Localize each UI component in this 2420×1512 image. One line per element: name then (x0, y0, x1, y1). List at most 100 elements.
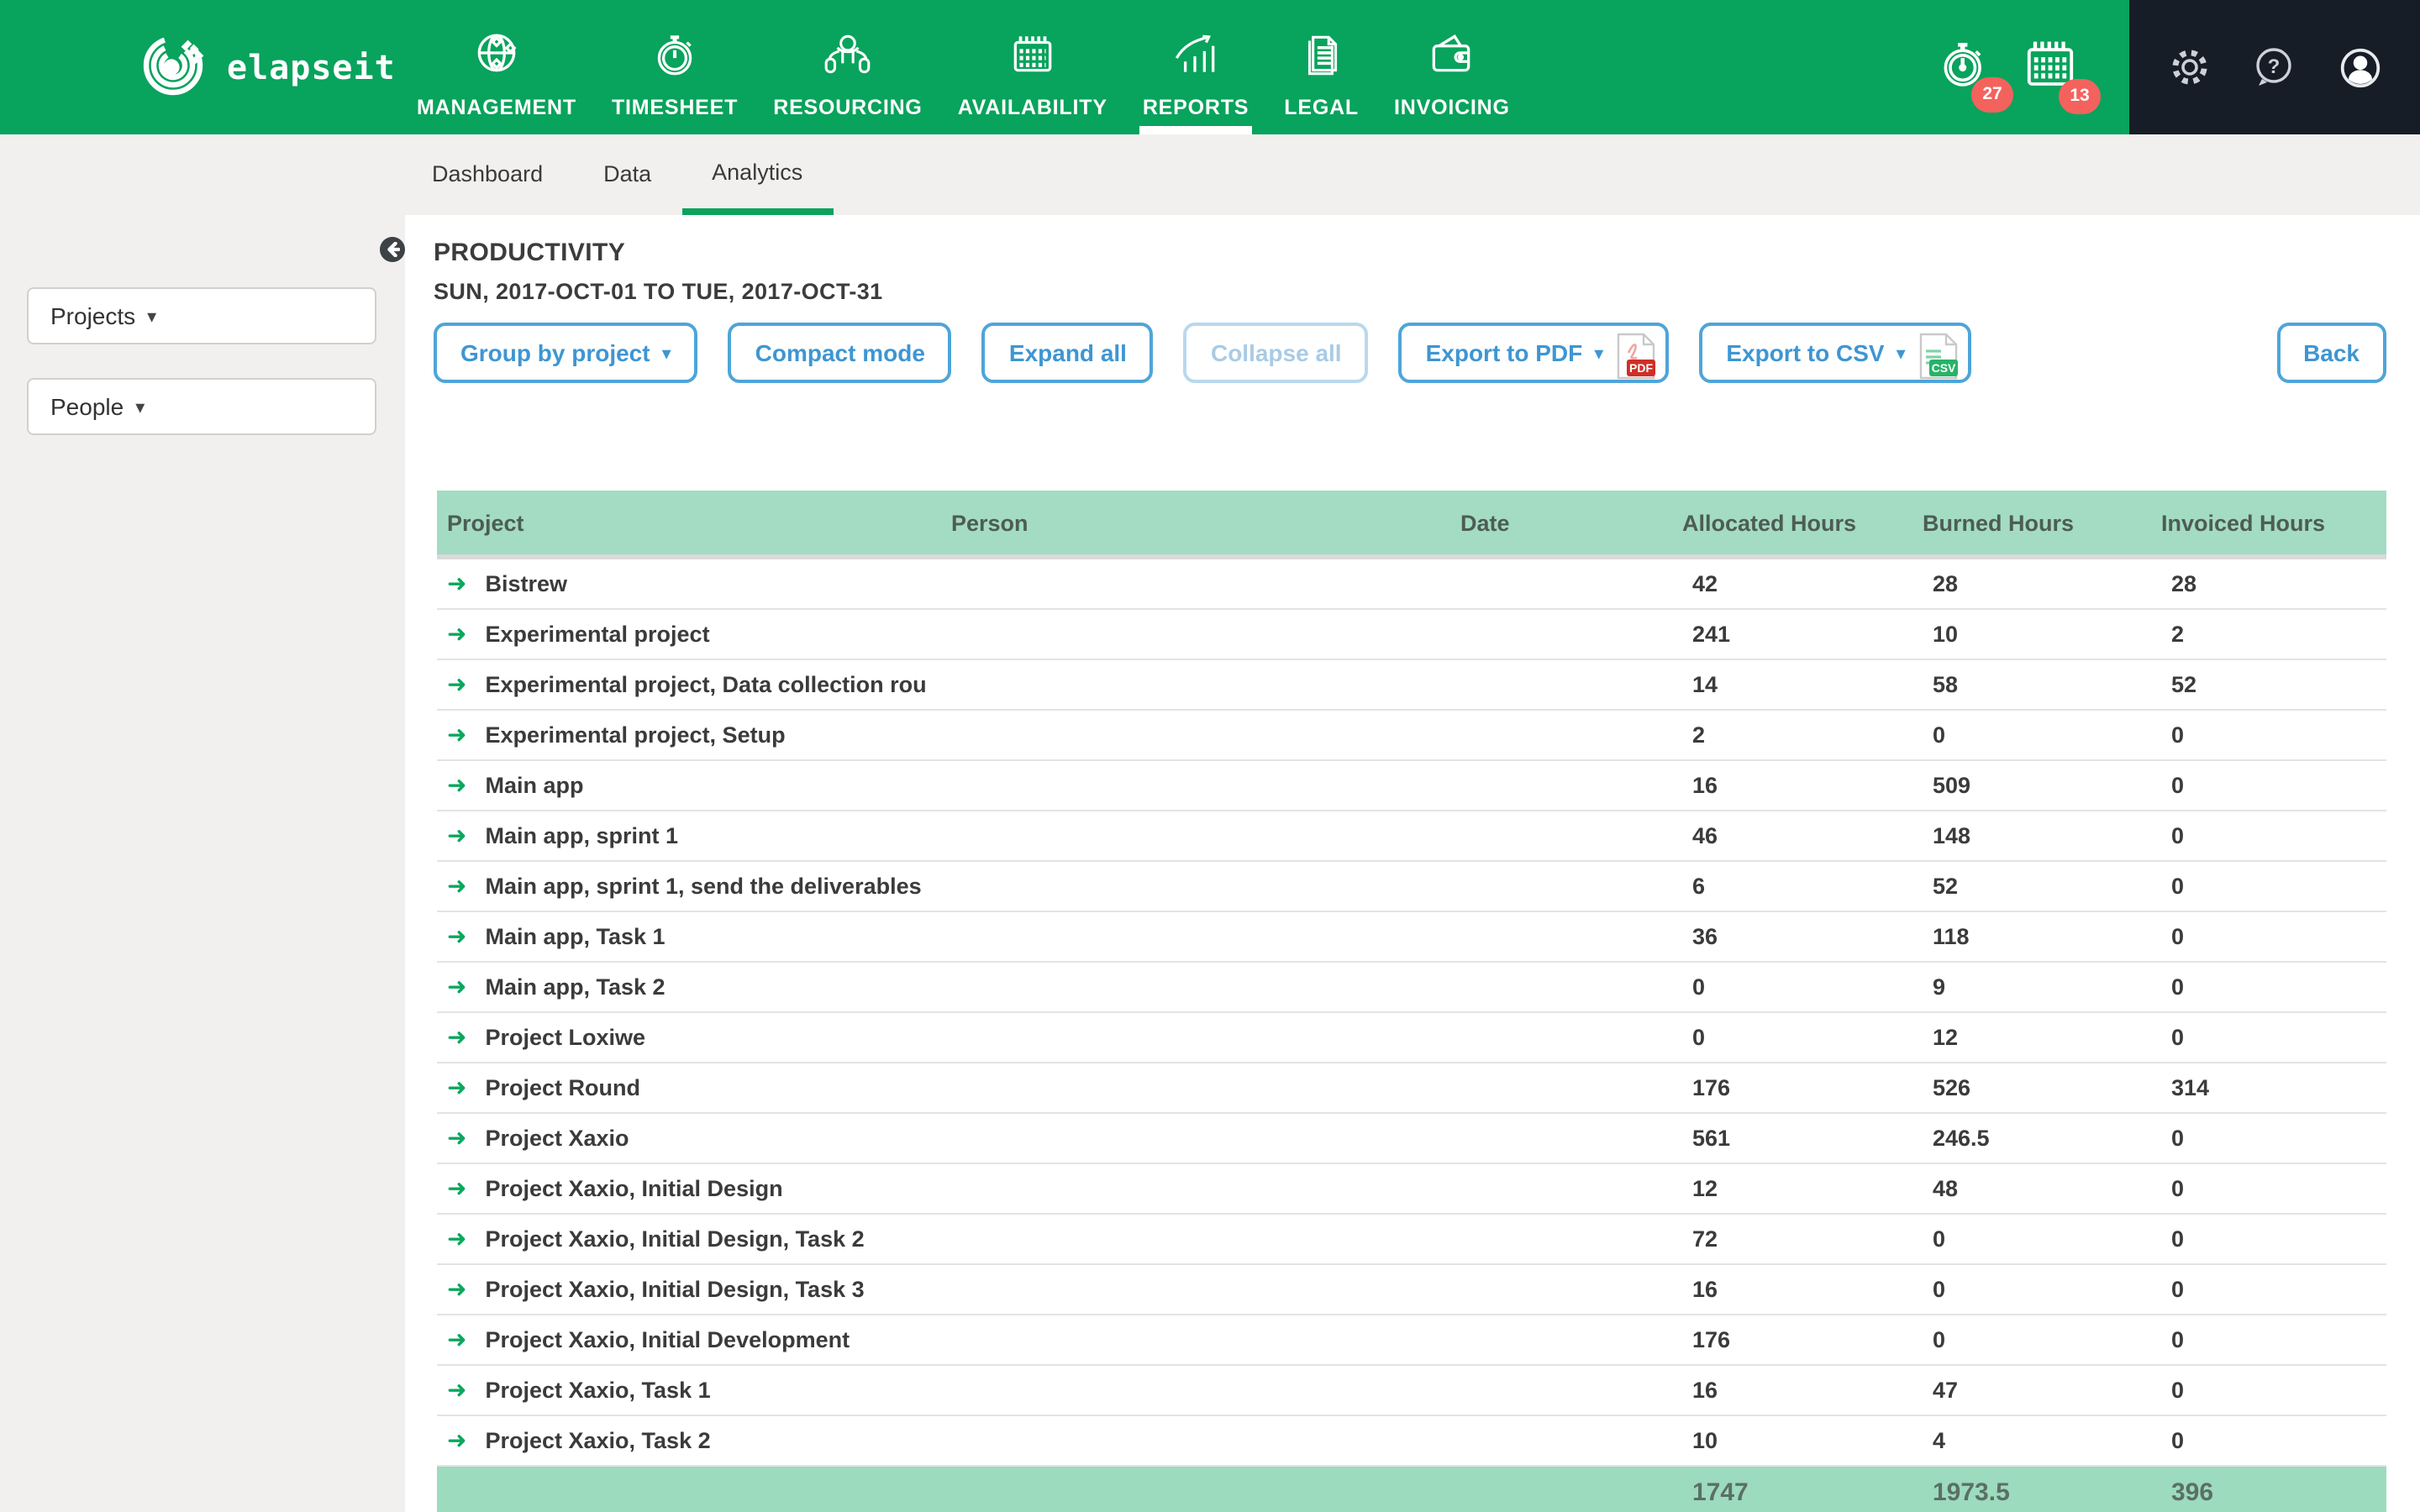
stopwatch-icon (649, 29, 701, 96)
project-cell: ➜ Main app (437, 760, 941, 811)
table-row[interactable]: ➜ Project Xaxio, Initial Development 176 … (437, 1315, 2386, 1366)
table-row[interactable]: ➜ Project Loxiwe 0 12 0 (437, 1012, 2386, 1063)
compact-mode-button[interactable]: Compact mode (728, 323, 952, 383)
app-screen: elapseit MANAGEMENT TIMESHEET RESOURCING… (0, 0, 2420, 1512)
table-row[interactable]: ➜ Experimental project 241 10 2 (437, 609, 2386, 660)
allocated-hours-value: 16 (1672, 1365, 1912, 1416)
table-row[interactable]: ➜ Main app, sprint 1, send the deliverabl… (437, 861, 2386, 912)
table-row[interactable]: ➜ Project Xaxio, Task 2 10 4 0 (437, 1415, 2386, 1467)
invoiced-hours-value: 0 (2151, 1264, 2386, 1315)
nav-item-availability[interactable]: AVAILABILITY (955, 0, 1111, 134)
total-invoiced: 396 (2151, 1466, 2386, 1512)
expand-row-arrow-icon[interactable]: ➜ (447, 1326, 466, 1352)
table-row[interactable]: ➜ Main app, Task 1 36 118 0 (437, 911, 2386, 963)
total-burned: 1973.5 (1912, 1466, 2151, 1512)
expand-row-arrow-icon[interactable]: ➜ (447, 1124, 466, 1151)
table-row[interactable]: ➜ Project Xaxio, Initial Design, Task 3 1… (437, 1264, 2386, 1315)
brand-logo[interactable]: elapseit (138, 0, 396, 134)
person-cell (941, 1063, 1450, 1114)
table-row[interactable]: ➜ Main app, Task 2 0 9 0 (437, 962, 2386, 1013)
calendar-notifications-button[interactable]: 13 (2020, 33, 2101, 113)
table-row[interactable]: ➜ Project Xaxio 561 246.5 0 (437, 1113, 2386, 1164)
group-by-project-button[interactable]: Group by project ▾ (434, 323, 698, 383)
expand-row-arrow-icon[interactable]: ➜ (447, 1074, 466, 1100)
help-icon[interactable]: ? (2249, 42, 2299, 92)
person-cell (941, 760, 1450, 811)
allocated-hours-value: 6 (1672, 861, 1912, 912)
tab-data[interactable]: Data (573, 134, 681, 215)
allocated-hours-value: 10 (1672, 1415, 1912, 1467)
date-cell (1450, 861, 1672, 912)
totals-date-cell (1450, 1466, 1672, 1512)
people-filter-dropdown[interactable]: People ▾ (27, 378, 376, 435)
table-header: Project Person Date Allocated Hours Burn… (437, 491, 2386, 559)
table-row[interactable]: ➜ Experimental project, Data collection r… (437, 659, 2386, 711)
expand-row-arrow-icon[interactable]: ➜ (447, 1376, 466, 1403)
back-button[interactable]: Back (2276, 323, 2386, 383)
nav-label: AVAILABILITY (957, 96, 1107, 119)
person-resources-icon (822, 29, 874, 96)
timer-notifications-button[interactable]: 27 (1936, 34, 2013, 112)
table-body: ➜ Bistrew 42 28 28 ➜ Experimental project … (437, 557, 2386, 1467)
expand-row-arrow-icon[interactable]: ➜ (447, 771, 466, 798)
table-row[interactable]: ➜ Project Xaxio, Initial Design, Task 2 7… (437, 1214, 2386, 1265)
expand-row-arrow-icon[interactable]: ➜ (447, 1426, 466, 1453)
expand-row-arrow-icon[interactable]: ➜ (447, 822, 466, 848)
burned-hours-value: 47 (1912, 1365, 2151, 1416)
expand-all-button[interactable]: Expand all (981, 323, 1154, 383)
expand-row-arrow-icon[interactable]: ➜ (447, 721, 466, 748)
export-csv-button[interactable]: Export to CSV ▾ CSV (1699, 323, 1971, 384)
allocated-hours-value: 241 (1672, 609, 1912, 660)
project-name: Main app, Task 2 (485, 974, 666, 1000)
user-avatar-icon[interactable] (2333, 41, 2386, 93)
invoiced-hours-value: 0 (2151, 811, 2386, 862)
table-row[interactable]: ➜ Project Xaxio, Initial Design 12 48 0 (437, 1163, 2386, 1215)
person-cell (941, 1365, 1450, 1416)
collapse-sidebar-button[interactable] (380, 237, 405, 262)
table-row[interactable]: ➜ Bistrew 42 28 28 (437, 557, 2386, 610)
projects-filter-dropdown[interactable]: Projects ▾ (27, 287, 376, 344)
project-name: Experimental project, Data collection ro… (485, 672, 927, 697)
nav-item-management[interactable]: MANAGEMENT (413, 0, 580, 134)
expand-row-arrow-icon[interactable]: ➜ (447, 620, 466, 647)
expand-row-arrow-icon[interactable]: ➜ (447, 670, 466, 697)
table-row[interactable]: ➜ Main app, sprint 1 46 148 0 (437, 811, 2386, 862)
expand-row-arrow-icon[interactable]: ➜ (447, 1023, 466, 1050)
invoiced-hours-value: 0 (2151, 1415, 2386, 1467)
nav-item-legal[interactable]: LEGAL (1281, 0, 1362, 134)
invoiced-hours-value: 0 (2151, 1365, 2386, 1416)
expand-row-arrow-icon[interactable]: ➜ (447, 1225, 466, 1252)
nav-item-resourcing[interactable]: RESOURCING (770, 0, 925, 134)
person-cell (941, 557, 1450, 610)
person-cell (941, 911, 1450, 963)
table-row[interactable]: ➜ Main app 16 509 0 (437, 760, 2386, 811)
collapse-all-button[interactable]: Collapse all (1183, 323, 1369, 383)
burned-hours-value: 0 (1912, 1264, 2151, 1315)
nav-item-reports[interactable]: REPORTS (1139, 0, 1253, 134)
expand-row-arrow-icon[interactable]: ➜ (447, 1275, 466, 1302)
expand-row-arrow-icon[interactable]: ➜ (447, 1174, 466, 1201)
nav-item-timesheet[interactable]: TIMESHEET (608, 0, 741, 134)
project-name: Project Xaxio, Initial Development (485, 1327, 850, 1352)
tab-dashboard[interactable]: Dashboard (402, 134, 573, 215)
expand-row-arrow-icon[interactable]: ➜ (447, 570, 466, 596)
nav-label: REPORTS (1142, 96, 1249, 119)
settings-gear-icon[interactable] (2164, 42, 2214, 92)
caret-down-icon: ▾ (135, 397, 145, 417)
csv-file-icon: CSV (1919, 332, 1958, 384)
expand-row-arrow-icon[interactable]: ➜ (447, 973, 466, 1000)
date-cell (1450, 911, 1672, 963)
burned-hours-value: 58 (1912, 659, 2151, 711)
calendar-badge: 13 (2059, 78, 2101, 113)
tab-analytics[interactable]: Analytics (681, 134, 834, 215)
expand-row-arrow-icon[interactable]: ➜ (447, 922, 466, 949)
table-row[interactable]: ➜ Experimental project, Setup 2 0 0 (437, 710, 2386, 761)
table-row[interactable]: ➜ Project Round 176 526 314 (437, 1063, 2386, 1114)
totals-project-cell (437, 1466, 941, 1512)
expand-row-arrow-icon[interactable]: ➜ (447, 872, 466, 899)
export-pdf-button[interactable]: Export to PDF ▾ PDF (1398, 323, 1670, 383)
table-row[interactable]: ➜ Project Xaxio, Task 1 16 47 0 (437, 1365, 2386, 1416)
nav-item-invoicing[interactable]: INVOICING (1391, 0, 1513, 134)
svg-text:CSV: CSV (1931, 360, 1955, 374)
person-cell (941, 861, 1450, 912)
